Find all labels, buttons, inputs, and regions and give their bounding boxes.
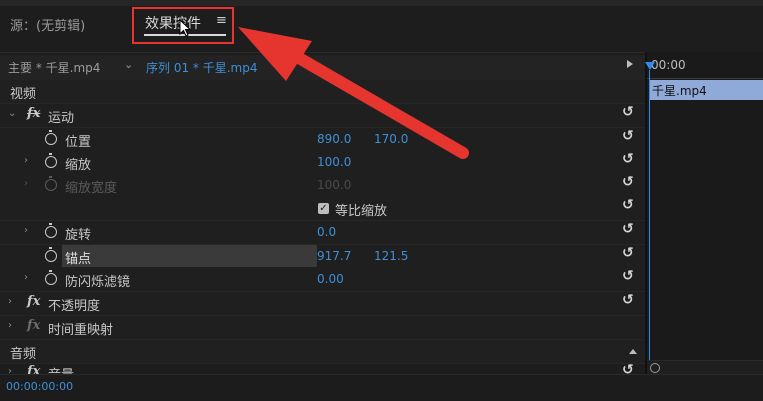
current-timecode[interactable]: 00:00:00:00 — [6, 380, 73, 393]
anti-flicker-label: 防闪烁滤镜 — [65, 275, 131, 290]
stopwatch-icon[interactable] — [45, 153, 57, 168]
timeline-scrollbar[interactable] — [647, 360, 763, 375]
reset-icon[interactable]: ↺ — [622, 104, 634, 120]
stopwatch-icon[interactable] — [45, 247, 57, 262]
stopwatch-icon — [45, 176, 57, 191]
anchor-x-value[interactable]: 917.7 — [317, 249, 351, 263]
reset-icon[interactable]: ↺ — [622, 292, 634, 308]
fx-icon[interactable]: fx — [27, 106, 40, 121]
play-icon[interactable] — [627, 60, 633, 68]
uniform-scale-checkbox[interactable]: ✓ — [318, 203, 329, 214]
expand-chevron-icon: › — [24, 178, 28, 189]
anti-flicker-value[interactable]: 0.00 — [317, 272, 344, 286]
anchor-y-value[interactable]: 121.5 — [374, 249, 408, 263]
mini-timeline — [647, 52, 763, 375]
expand-chevron-icon[interactable]: › — [24, 272, 28, 283]
expand-chevron-icon[interactable]: ⌄ — [8, 108, 16, 119]
effect-motion-label: 运动 — [48, 111, 75, 126]
reset-icon[interactable]: ↺ — [622, 245, 634, 261]
scale-label: 缩放 — [65, 158, 92, 173]
reset-icon[interactable]: ↺ — [622, 197, 634, 213]
effect-time-remap-label: 时间重映射 — [48, 323, 114, 338]
effect-opacity-label: 不透明度 — [48, 299, 101, 314]
stopwatch-icon[interactable] — [45, 223, 57, 238]
status-bar — [0, 374, 763, 401]
expand-chevron-icon[interactable]: › — [8, 296, 12, 307]
video-section-label: 视频 — [10, 87, 37, 102]
reset-icon[interactable]: ↺ — [622, 174, 634, 190]
annotation-arrow — [238, 27, 469, 159]
scale-width-label: 缩放宽度 — [65, 181, 118, 196]
scroll-up-icon[interactable] — [629, 349, 637, 354]
audio-section-label: 音频 — [10, 347, 37, 362]
rotation-label: 旋转 — [65, 228, 92, 243]
position-label: 位置 — [65, 135, 92, 150]
master-clip-label[interactable]: 主要 * 千星.mp4 — [8, 59, 100, 76]
mouse-cursor-icon — [179, 19, 191, 37]
chevron-down-icon[interactable]: ⌄ — [124, 58, 133, 71]
uniform-scale-label: 等比缩放 — [335, 204, 388, 219]
fx-icon: fx — [27, 318, 41, 333]
reset-icon[interactable]: ↺ — [622, 268, 634, 284]
timeline-ruler[interactable] — [647, 70, 763, 79]
tab-source[interactable]: 源：(无剪辑) — [10, 15, 85, 34]
stopwatch-icon[interactable] — [45, 270, 57, 285]
expand-chevron-icon[interactable]: › — [24, 225, 28, 236]
zoom-handle-icon[interactable] — [650, 363, 660, 373]
expand-chevron-icon[interactable]: › — [24, 155, 28, 166]
reset-icon[interactable]: ↺ — [622, 151, 634, 167]
scale-width-value: 100.0 — [317, 178, 352, 192]
anchor-highlight — [62, 245, 317, 267]
timeline-clip[interactable]: 千星.mp4 — [650, 80, 763, 100]
audio-section-row — [0, 340, 645, 364]
playhead-line[interactable] — [649, 70, 650, 360]
rotation-value[interactable]: 0.0 — [317, 225, 336, 239]
expand-chevron-icon[interactable]: › — [8, 320, 12, 331]
anchor-label: 锚点 — [65, 252, 92, 267]
clip-label: 千星.mp4 — [652, 84, 707, 98]
stopwatch-icon[interactable] — [45, 130, 57, 145]
reset-icon[interactable]: ↺ — [622, 221, 634, 237]
reset-icon[interactable]: ↺ — [622, 128, 634, 144]
playhead-icon[interactable] — [645, 62, 655, 70]
fx-icon[interactable]: fx — [27, 294, 40, 309]
